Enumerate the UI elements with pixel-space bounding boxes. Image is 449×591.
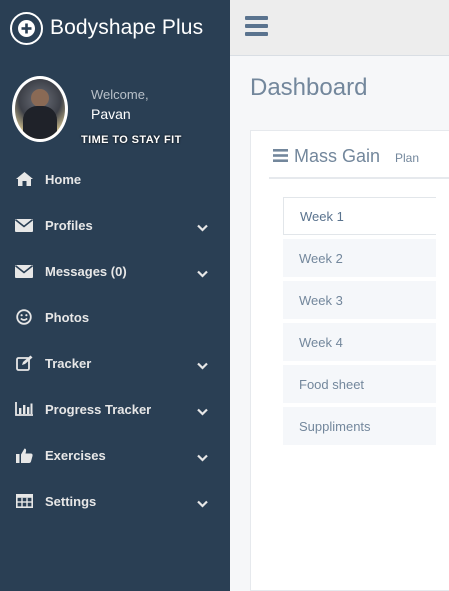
week-tabs: Week 1 Week 2 Week 3 Week 4 Food sheet S… [283,197,436,449]
tab-week-4[interactable]: Week 4 [283,323,436,361]
sidebar-item-exercises[interactable]: Exercises [0,432,230,478]
home-icon [14,171,34,187]
bars-icon [273,149,288,167]
welcome-text: Welcome, [91,87,149,102]
bar-chart-icon [14,401,34,417]
top-nav [230,0,449,56]
panel-title: Mass Gain [294,146,381,166]
panel-header: Mass Gain Plan [269,143,449,179]
sidebar-item-settings[interactable]: Settings [0,478,230,524]
sidebar-item-label: Home [45,171,82,187]
envelope-icon [14,263,34,279]
tab-week-3[interactable]: Week 3 [283,281,436,319]
plus-circle-icon [10,11,43,45]
sidebar-item-label: Progress Tracker [45,401,152,417]
brand-title: Bodyshape Plus [50,16,204,39]
thumbs-up-icon [14,447,34,463]
mass-gain-panel: Mass Gain Plan Week 1 Week 2 Week 3 Week… [250,130,449,591]
user-name: Pavan [91,106,131,122]
chevron-down-icon [197,449,208,467]
menu-toggle-icon[interactable] [245,16,268,37]
motto-text: TIME TO STAY FIT [81,134,182,146]
sidebar-item-label: Settings [45,493,97,509]
sidebar-item-profiles[interactable]: Profiles [0,202,230,248]
side-menu: Home Profiles Messages (0) Photos Tracke… [0,156,230,524]
table-icon [14,493,34,509]
sidebar-item-label: Messages (0) [45,263,127,279]
profile-block: Welcome, Pavan TIME TO STAY FIT [0,56,230,152]
tab-suppliments[interactable]: Suppliments [283,407,436,445]
sidebar: Bodyshape Plus Welcome, Pavan TIME TO ST… [0,0,230,591]
sidebar-item-label: Profiles [45,217,93,233]
sidebar-item-label: Exercises [45,447,106,463]
chevron-down-icon [197,357,208,375]
envelope-icon [14,217,34,233]
sidebar-item-label: Photos [45,309,90,325]
panel-subtitle: Plan [395,151,420,165]
chevron-down-icon [197,403,208,421]
chevron-down-icon [197,219,208,237]
avatar[interactable] [12,76,68,142]
sidebar-item-messages[interactable]: Messages (0) [0,248,230,294]
sidebar-item-home[interactable]: Home [0,156,230,202]
sidebar-item-progress-tracker[interactable]: Progress Tracker [0,386,230,432]
sidebar-item-photos[interactable]: Photos [0,294,230,340]
smile-icon [14,309,34,325]
tab-week-1[interactable]: Week 1 [283,197,436,235]
sidebar-item-tracker[interactable]: Tracker [0,340,230,386]
chevron-down-icon [197,265,208,283]
tab-food-sheet[interactable]: Food sheet [283,365,436,403]
page-title: Dashboard [250,74,368,101]
brand[interactable]: Bodyshape Plus [0,0,230,56]
chevron-down-icon [197,495,208,513]
sidebar-item-label: Tracker [45,355,92,371]
edit-icon [14,355,34,371]
tab-week-2[interactable]: Week 2 [283,239,436,277]
